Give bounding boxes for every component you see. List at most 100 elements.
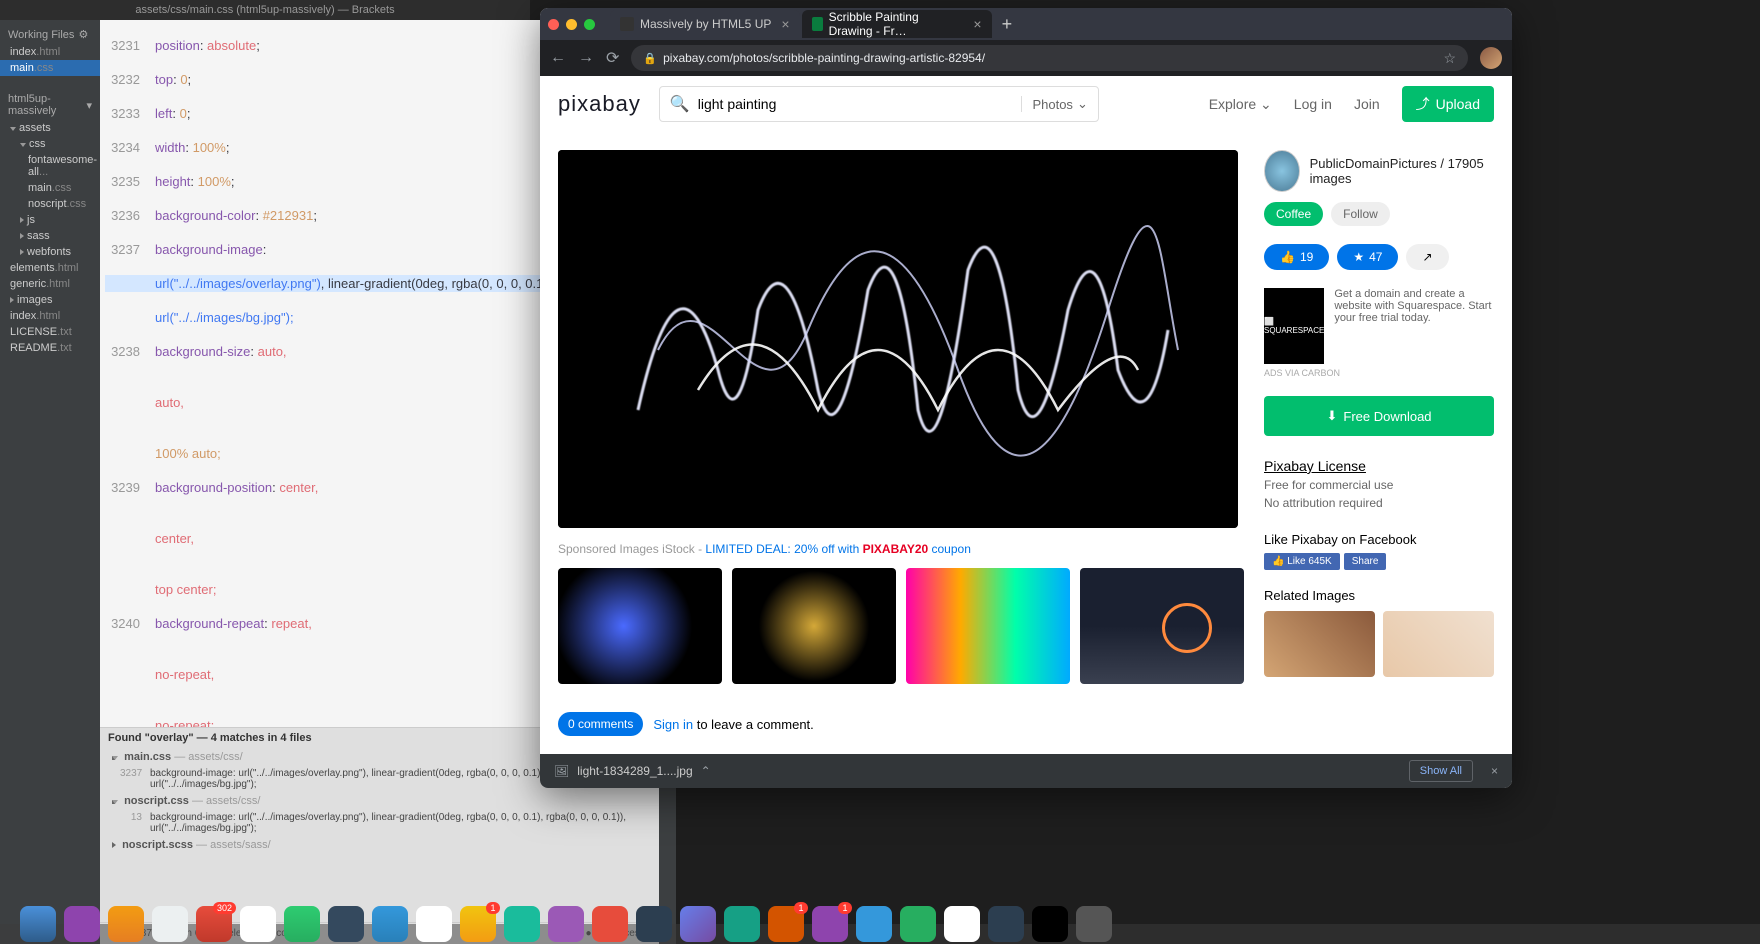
download-button[interactable]: ⬇Free Download bbox=[1264, 396, 1494, 436]
working-files-header[interactable]: Working Files⚙ bbox=[0, 25, 100, 44]
maximize-window-icon[interactable] bbox=[584, 19, 595, 30]
sponsored-thumb[interactable] bbox=[906, 568, 1070, 684]
working-file-main[interactable]: main.css bbox=[0, 60, 100, 76]
dock-app[interactable] bbox=[1076, 906, 1112, 942]
share-icon: ↗ bbox=[1422, 250, 1432, 264]
dock-app[interactable] bbox=[680, 906, 716, 942]
tab-close-icon[interactable]: × bbox=[781, 16, 789, 32]
brackets-window-title: assets/css/main.css (html5up-massively) … bbox=[0, 0, 530, 20]
like-button[interactable]: 👍19 bbox=[1264, 244, 1329, 270]
ad-image[interactable]: ⬜ SQUARESPACE bbox=[1264, 288, 1324, 364]
tree-license[interactable]: LICENSE.txt bbox=[0, 324, 100, 340]
related-thumb[interactable] bbox=[1383, 611, 1494, 677]
author-avatar[interactable] bbox=[1264, 150, 1300, 192]
minimize-window-icon[interactable] bbox=[566, 19, 577, 30]
tree-images[interactable]: images bbox=[0, 292, 100, 308]
dock-app[interactable] bbox=[724, 906, 760, 942]
forward-button[interactable]: → bbox=[578, 49, 594, 67]
sponsored-thumb[interactable] bbox=[1080, 568, 1244, 684]
bookmark-icon[interactable]: ☆ bbox=[1443, 50, 1456, 67]
hero-image[interactable] bbox=[558, 150, 1238, 528]
project-header[interactable]: html5up-massively ▾ bbox=[0, 90, 100, 120]
fb-share-button[interactable]: Share bbox=[1344, 553, 1387, 570]
dock-app[interactable] bbox=[900, 906, 936, 942]
close-window-icon[interactable] bbox=[548, 19, 559, 30]
share-button[interactable]: ↗ bbox=[1406, 244, 1448, 270]
address-input[interactable]: 🔒 pixabay.com/photos/scribble-painting-d… bbox=[631, 45, 1468, 71]
tree-webfonts[interactable]: webfonts bbox=[0, 244, 100, 260]
tree-sass[interactable]: sass bbox=[0, 228, 100, 244]
related-thumb[interactable] bbox=[1264, 611, 1375, 677]
signin-link[interactable]: Sign in bbox=[653, 717, 693, 732]
dock-app[interactable] bbox=[416, 906, 452, 942]
ad-text[interactable]: Get a domain and create a website with S… bbox=[1334, 288, 1494, 364]
search-input[interactable] bbox=[698, 96, 1014, 112]
dock-app[interactable] bbox=[988, 906, 1024, 942]
dock-app[interactable]: 1 bbox=[812, 906, 848, 942]
dock-app[interactable] bbox=[328, 906, 364, 942]
coffee-button[interactable]: Coffee bbox=[1264, 202, 1323, 226]
window-controls[interactable] bbox=[548, 19, 595, 30]
tree-main-css[interactable]: main.css bbox=[0, 180, 100, 196]
dock-app[interactable]: 1 bbox=[768, 906, 804, 942]
explore-link[interactable]: Explore ⌄ bbox=[1209, 96, 1272, 113]
fb-like-button[interactable]: 👍 Like 645K bbox=[1264, 553, 1340, 570]
search-file-noscript[interactable]: noscript.css — assets/css/ bbox=[100, 792, 659, 810]
upload-button[interactable]: ⤴Upload bbox=[1402, 86, 1494, 122]
tab-pixabay[interactable]: Scribble Painting Drawing - Fr… × bbox=[802, 10, 992, 38]
tree-index[interactable]: index.html bbox=[0, 308, 100, 324]
sponsored-thumb[interactable] bbox=[732, 568, 896, 684]
dock-app[interactable] bbox=[636, 906, 672, 942]
tree-assets[interactable]: assets bbox=[0, 120, 100, 136]
dock-app[interactable] bbox=[372, 906, 408, 942]
working-file-index[interactable]: index.html bbox=[0, 44, 100, 60]
dock-app[interactable]: 1 bbox=[460, 906, 496, 942]
gear-icon[interactable]: ⚙ bbox=[78, 28, 88, 41]
back-button[interactable]: ← bbox=[550, 49, 566, 67]
login-link[interactable]: Log in bbox=[1294, 96, 1332, 112]
tree-noscript-css[interactable]: noscript.css bbox=[0, 196, 100, 212]
dock-app[interactable] bbox=[108, 906, 144, 942]
comments-count[interactable]: 0 comments bbox=[558, 712, 643, 736]
dock-app[interactable] bbox=[240, 906, 276, 942]
photos-dropdown[interactable]: Photos ⌄ bbox=[1021, 96, 1087, 112]
join-link[interactable]: Join bbox=[1354, 96, 1380, 112]
sponsored-text: Sponsored Images iStock - LIMITED DEAL: … bbox=[558, 542, 1254, 556]
star-button[interactable]: ★47 bbox=[1337, 244, 1398, 270]
tree-js[interactable]: js bbox=[0, 212, 100, 228]
dock-app[interactable] bbox=[1032, 906, 1068, 942]
search-bar[interactable]: 🔍 Photos ⌄ bbox=[659, 86, 1099, 122]
dock-app[interactable] bbox=[284, 906, 320, 942]
dock-app[interactable] bbox=[592, 906, 628, 942]
profile-avatar[interactable] bbox=[1480, 47, 1502, 69]
license-title[interactable]: Pixabay License bbox=[1264, 458, 1494, 474]
pixabay-logo[interactable]: pixabay bbox=[558, 91, 641, 117]
dock-app[interactable] bbox=[504, 906, 540, 942]
author-name[interactable]: PublicDomainPictures / 17905 images bbox=[1310, 156, 1494, 186]
tab-massively[interactable]: Massively by HTML5 UP × bbox=[610, 10, 800, 38]
tree-readme[interactable]: README.txt bbox=[0, 340, 100, 356]
tab-close-icon[interactable]: × bbox=[973, 16, 981, 32]
dock-app[interactable] bbox=[548, 906, 584, 942]
sponsored-thumb[interactable] bbox=[558, 568, 722, 684]
follow-button[interactable]: Follow bbox=[1331, 202, 1390, 226]
new-tab-button[interactable]: + bbox=[994, 14, 1021, 35]
dock-app[interactable]: 302 bbox=[196, 906, 232, 942]
dock-app[interactable] bbox=[64, 906, 100, 942]
close-bar-icon[interactable]: × bbox=[1491, 764, 1498, 778]
tree-generic[interactable]: generic.html bbox=[0, 276, 100, 292]
dock-app[interactable] bbox=[856, 906, 892, 942]
downloaded-file[interactable]: 🖼 light-1834289_1....jpg ⌃ bbox=[554, 764, 711, 778]
dock-app[interactable] bbox=[20, 906, 56, 942]
search-file-scss[interactable]: noscript.scss — assets/sass/ bbox=[100, 836, 659, 854]
dock-app[interactable] bbox=[152, 906, 188, 942]
tree-fontawesome[interactable]: fontawesome-all... bbox=[0, 152, 100, 180]
tree-css[interactable]: css bbox=[0, 136, 100, 152]
show-all-button[interactable]: Show All bbox=[1409, 760, 1473, 782]
favicon-icon bbox=[620, 17, 634, 31]
sponsored-link[interactable]: LIMITED DEAL: 20% off with PIXABAY20 cou… bbox=[705, 542, 970, 556]
chevron-up-icon[interactable]: ⌃ bbox=[701, 764, 711, 778]
reload-button[interactable]: ⟳ bbox=[606, 48, 619, 68]
tree-elements[interactable]: elements.html bbox=[0, 260, 100, 276]
dock-app[interactable] bbox=[944, 906, 980, 942]
